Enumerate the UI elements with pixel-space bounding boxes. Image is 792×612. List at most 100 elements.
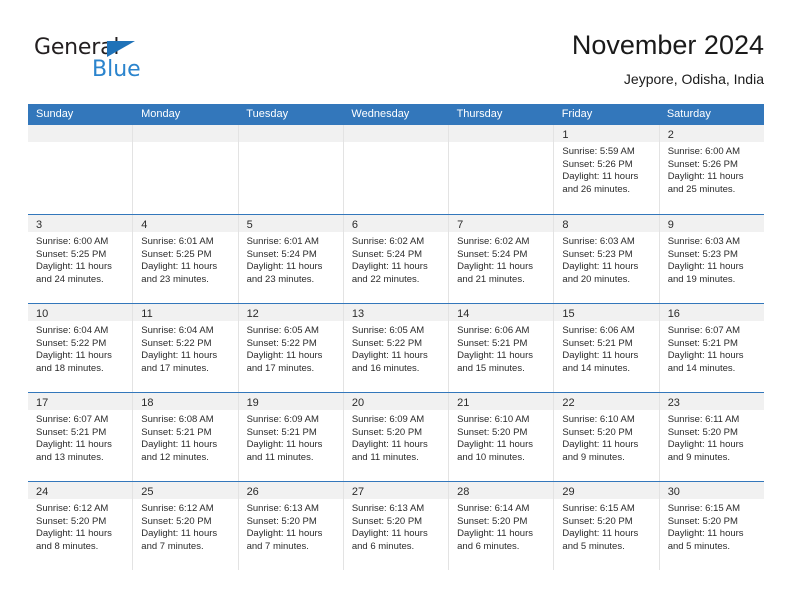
day-number-band: 23 <box>659 393 764 410</box>
day-number-band: 12 <box>238 304 343 321</box>
calendar-day-cell[interactable]: 15 Sunrise: 6:06 AM Sunset: 5:21 PM Dayligh… <box>554 304 660 392</box>
calendar-day-cell[interactable]: 16 Sunrise: 6:07 AM Sunset: 5:21 PM Dayligh… <box>659 304 764 392</box>
day-number: 30 <box>667 486 680 498</box>
calendar-day-cell[interactable]: 28 Sunrise: 6:14 AM Sunset: 5:20 PM Dayligh… <box>449 482 555 570</box>
calendar-week-row: 24 Sunrise: 6:12 AM Sunset: 5:20 PM Dayligh… <box>28 481 764 570</box>
calendar-day-cell[interactable]: 27 Sunrise: 6:13 AM Sunset: 5:20 PM Dayligh… <box>343 482 450 570</box>
day-number: 9 <box>667 219 674 231</box>
daylight-text: Daylight: 11 hours and 9 minutes. <box>562 439 639 463</box>
sunrise-text: Sunrise: 5:59 AM <box>562 146 635 157</box>
day-number-band: 28 <box>449 482 554 499</box>
sunset-text: Sunset: 5:22 PM <box>36 337 107 349</box>
day-number: 27 <box>351 486 365 498</box>
sunrise-text: Sunrise: 6:04 AM <box>141 325 214 336</box>
day-number: 16 <box>667 308 680 320</box>
calendar-day-cell[interactable]: 11 Sunrise: 6:04 AM Sunset: 5:22 PM Dayligh… <box>133 304 239 392</box>
page-header: General Blue November 2024 Jeypore, Odis… <box>28 28 764 100</box>
calendar-day-cell[interactable]: 4 Sunrise: 6:01 AM Sunset: 5:25 PM Daylight… <box>133 215 239 303</box>
day-number-band: 21 <box>449 393 554 410</box>
daylight-text: Daylight: 11 hours and 17 minutes. <box>141 350 218 374</box>
day-details: Sunrise: 6:05 AM Sunset: 5:22 PM Daylight:… <box>239 321 343 375</box>
sunset-text: Sunset: 5:22 PM <box>141 337 212 349</box>
day-number: 3 <box>36 219 43 231</box>
calendar-day-cell[interactable]: 3 Sunrise: 6:00 AM Sunset: 5:25 PM Daylight… <box>28 215 134 303</box>
calendar-day-cell[interactable]: 23 Sunrise: 6:11 AM Sunset: 5:20 PM Dayligh… <box>659 393 764 481</box>
calendar-day-cell[interactable]: 10 Sunrise: 6:04 AM Sunset: 5:22 PM Dayligh… <box>28 304 134 392</box>
calendar-day-cell[interactable]: 20 Sunrise: 6:09 AM Sunset: 5:20 PM Dayligh… <box>343 393 450 481</box>
sunrise-text: Sunrise: 6:13 AM <box>351 503 425 514</box>
calendar-day-cell[interactable]: 14 Sunrise: 6:06 AM Sunset: 5:21 PM Dayligh… <box>449 304 555 392</box>
calendar-day-cell[interactable]: 18 Sunrise: 6:08 AM Sunset: 5:21 PM Dayligh… <box>133 393 239 481</box>
calendar-day-cell[interactable]: 1 Sunrise: 5:59 AM Sunset: 5:26 PM Daylight… <box>554 125 660 214</box>
sunrise-text: Sunrise: 6:07 AM <box>36 414 109 425</box>
daylight-text: Daylight: 11 hours and 25 minutes. <box>667 171 744 195</box>
calendar-day-cell[interactable]: 2 Sunrise: 6:00 AM Sunset: 5:26 PM Daylight… <box>659 125 764 214</box>
calendar-day-cell[interactable]: 19 Sunrise: 6:09 AM Sunset: 5:21 PM Dayligh… <box>238 393 344 481</box>
day-details: Sunrise: 6:00 AM Sunset: 5:25 PM Daylight:… <box>28 232 132 286</box>
sunset-text: Sunset: 5:26 PM <box>562 158 633 170</box>
calendar-day-cell[interactable]: 5 Sunrise: 6:01 AM Sunset: 5:24 PM Daylight… <box>238 215 344 303</box>
sunset-text: Sunset: 5:26 PM <box>667 158 738 170</box>
calendar-day-cell[interactable]: 13 Sunrise: 6:05 AM Sunset: 5:22 PM Dayligh… <box>343 304 450 392</box>
sunset-text: Sunset: 5:20 PM <box>562 515 633 527</box>
calendar-day-cell-empty <box>238 125 344 214</box>
day-number-band: 9 <box>659 215 764 232</box>
calendar-day-cell[interactable]: 29 Sunrise: 6:15 AM Sunset: 5:20 PM Dayligh… <box>554 482 660 570</box>
day-details: Sunrise: 6:12 AM Sunset: 5:20 PM Daylight:… <box>28 499 132 553</box>
calendar-day-cell[interactable]: 17 Sunrise: 6:07 AM Sunset: 5:21 PM Dayligh… <box>28 393 134 481</box>
day-number: 12 <box>246 308 259 320</box>
page-title: November 2024 <box>571 30 764 60</box>
weekday-header-tuesday: Tuesday <box>246 108 289 120</box>
daylight-text: Daylight: 11 hours and 18 minutes. <box>36 350 112 374</box>
calendar-day-cell[interactable]: 8 Sunrise: 6:03 AM Sunset: 5:23 PM Daylight… <box>554 215 660 303</box>
calendar-day-cell[interactable]: 7 Sunrise: 6:02 AM Sunset: 5:24 PM Daylight… <box>449 215 555 303</box>
sunrise-text: Sunrise: 6:10 AM <box>457 414 530 425</box>
calendar-day-cell[interactable]: 25 Sunrise: 6:12 AM Sunset: 5:20 PM Dayligh… <box>133 482 239 570</box>
sunset-text: Sunset: 5:20 PM <box>351 426 423 438</box>
calendar-day-cell[interactable]: 6 Sunrise: 6:02 AM Sunset: 5:24 PM Daylight… <box>343 215 450 303</box>
day-details: Sunrise: 6:13 AM Sunset: 5:20 PM Daylight:… <box>239 499 343 553</box>
sunset-text: Sunset: 5:20 PM <box>351 515 423 527</box>
general-blue-logo[interactable]: General Blue <box>34 36 214 92</box>
calendar-day-cell[interactable]: 24 Sunrise: 6:12 AM Sunset: 5:20 PM Dayligh… <box>28 482 134 570</box>
day-details: Sunrise: 6:09 AM Sunset: 5:20 PM Daylight:… <box>344 410 448 464</box>
calendar-day-cell[interactable]: 26 Sunrise: 6:13 AM Sunset: 5:20 PM Dayligh… <box>238 482 344 570</box>
sunrise-text: Sunrise: 6:10 AM <box>562 414 635 425</box>
calendar-day-cell[interactable]: 30 Sunrise: 6:15 AM Sunset: 5:20 PM Dayligh… <box>659 482 764 570</box>
calendar-day-cell[interactable]: 12 Sunrise: 6:05 AM Sunset: 5:22 PM Dayligh… <box>238 304 344 392</box>
day-number-band: 16 <box>659 304 764 321</box>
calendar-day-cell[interactable]: 21 Sunrise: 6:10 AM Sunset: 5:20 PM Dayligh… <box>449 393 555 481</box>
day-number-band <box>343 125 449 142</box>
daylight-text: Daylight: 11 hours and 16 minutes. <box>351 350 428 374</box>
weekday-header-thursday: Thursday <box>456 108 503 120</box>
day-number: 7 <box>457 219 464 231</box>
day-number: 5 <box>246 219 253 231</box>
day-details: Sunrise: 6:11 AM Sunset: 5:20 PM Daylight:… <box>660 410 764 464</box>
day-number-band: 30 <box>659 482 764 499</box>
day-details: Sunrise: 6:10 AM Sunset: 5:20 PM Daylight:… <box>449 410 553 464</box>
calendar-week-row: 1 Sunrise: 5:59 AM Sunset: 5:26 PM Daylight… <box>28 125 764 214</box>
sunset-text: Sunset: 5:20 PM <box>667 426 738 438</box>
daylight-text: Daylight: 11 hours and 15 minutes. <box>457 350 533 374</box>
day-details: Sunrise: 6:15 AM Sunset: 5:20 PM Daylight:… <box>660 499 764 553</box>
sunset-text: Sunset: 5:21 PM <box>141 426 212 438</box>
sunrise-text: Sunrise: 6:12 AM <box>36 503 109 514</box>
day-number: 6 <box>351 219 358 231</box>
sunrise-text: Sunrise: 6:03 AM <box>562 236 635 247</box>
calendar-page: General Blue November 2024 Jeypore, Odis… <box>0 0 792 612</box>
daylight-text: Daylight: 11 hours and 9 minutes. <box>667 439 744 463</box>
weekday-header-friday: Friday <box>561 108 593 120</box>
sunset-text: Sunset: 5:21 PM <box>246 426 317 438</box>
sunset-text: Sunset: 5:21 PM <box>457 337 528 349</box>
day-number-band: 2 <box>659 125 764 142</box>
sunset-text: Sunset: 5:24 PM <box>457 248 528 260</box>
daylight-text: Daylight: 11 hours and 26 minutes. <box>562 171 639 195</box>
day-number-band: 13 <box>343 304 449 321</box>
day-number-band: 5 <box>238 215 343 232</box>
calendar-day-cell[interactable]: 22 Sunrise: 6:10 AM Sunset: 5:20 PM Dayligh… <box>554 393 660 481</box>
day-number: 21 <box>457 397 470 409</box>
day-number-band: 19 <box>238 393 343 410</box>
calendar-day-cell[interactable]: 9 Sunrise: 6:03 AM Sunset: 5:23 PM Daylight… <box>659 215 764 303</box>
day-details: Sunrise: 6:06 AM Sunset: 5:21 PM Daylight:… <box>554 321 658 375</box>
day-details: Sunrise: 6:02 AM Sunset: 5:24 PM Daylight:… <box>449 232 553 286</box>
